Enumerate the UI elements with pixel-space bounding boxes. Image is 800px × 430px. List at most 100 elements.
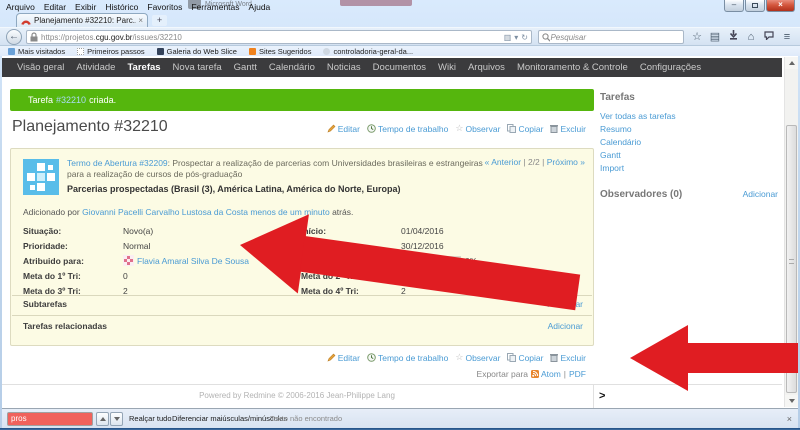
nav-documentos[interactable]: Documentos <box>373 62 426 73</box>
tab-bar: Planejamento #32210: Parc... × + <box>0 13 800 27</box>
scrollbar-thumb[interactable] <box>786 125 797 393</box>
author-link[interactable]: Giovanni Pacelli Carvalho Lustosa da Cos… <box>82 207 248 217</box>
back-button[interactable]: ← <box>6 29 22 45</box>
edit-link[interactable]: Editar <box>327 353 360 363</box>
window-controls: – × <box>723 0 795 12</box>
assignee-link[interactable]: Flavia Amaral Silva De Sousa <box>137 256 249 266</box>
edit-link[interactable]: Editar <box>327 124 360 134</box>
nav-wiki[interactable]: Wiki <box>438 62 456 73</box>
atom-link[interactable]: Atom <box>531 369 561 379</box>
bookmark-sites-sugeridos[interactable]: Sites Sugeridos <box>249 47 312 56</box>
menu-ajuda[interactable]: Ajuda <box>249 2 271 12</box>
scrollbar-up-button[interactable] <box>785 57 798 69</box>
scrollbar-down-button[interactable] <box>785 395 798 407</box>
find-previous-button[interactable] <box>96 412 109 426</box>
add-related-link[interactable]: Adicionar <box>548 321 583 331</box>
watch-link[interactable]: ☆Observar <box>455 123 500 134</box>
highlight-all-button[interactable]: Realçar tudo <box>129 414 172 423</box>
issue-subject: Parcerias prospectadas (Brasil (3), Amér… <box>67 184 497 194</box>
sidebar-title: Tarefas <box>600 92 778 103</box>
next-issue-link[interactable]: Próximo » <box>547 157 585 167</box>
sidebar-link-all-issues[interactable]: Ver todas as tarefas <box>600 110 778 123</box>
time-ago-link[interactable]: menos de um minuto <box>250 207 329 217</box>
maximize-icon <box>752 3 758 8</box>
menu-ferramentas[interactable]: Ferramentas <box>191 2 239 12</box>
nav-tarefas[interactable]: Tarefas <box>127 62 160 73</box>
downloads-icon[interactable] <box>724 29 742 46</box>
add-watcher-link[interactable]: Adicionar <box>743 189 778 199</box>
issue-header: Termo de Abertura #32209: Prospectar a r… <box>67 158 497 194</box>
page-scrollbar[interactable] <box>784 57 798 407</box>
new-tab-button[interactable]: + <box>152 15 167 26</box>
nav-nova-tarefa[interactable]: Nova tarefa <box>173 62 222 73</box>
sidebar-link-gantt[interactable]: Gantt <box>600 149 778 162</box>
nav-visao-geral[interactable]: Visão geral <box>17 62 64 73</box>
bookmark-mais-visitados[interactable]: Mais visitados <box>8 47 65 56</box>
reader-mode-icon[interactable]: ▥ <box>504 33 512 42</box>
copy-link[interactable]: Copiar <box>507 124 543 134</box>
search-bar[interactable] <box>538 30 684 44</box>
assignee-label: Atribuido para: <box>23 256 123 266</box>
delete-link[interactable]: Excluir <box>550 124 586 134</box>
tab-close-icon[interactable]: × <box>138 16 143 25</box>
reload-icon[interactable]: ↻ <box>521 33 528 42</box>
up-arrow-icon <box>100 417 106 421</box>
menu-editar[interactable]: Editar <box>44 2 66 12</box>
nav-noticias[interactable]: Noticias <box>327 62 361 73</box>
find-next-button[interactable] <box>110 412 123 426</box>
bookmarks-bar: Mais visitados Primeiros passos Galeria … <box>0 46 800 56</box>
trash-icon <box>550 353 558 362</box>
url-bar[interactable]: https://projetos.cgu.gov.br/issues/32210… <box>26 30 532 44</box>
browser-tab[interactable]: Planejamento #32210: Parc... × <box>16 13 148 27</box>
parent-issue-link[interactable]: Termo de Abertura #32209 <box>67 158 168 168</box>
watchers-title: Observadores (0) <box>600 189 682 200</box>
parent-issue-line: Termo de Abertura #32209: Prospectar a r… <box>67 158 497 180</box>
nav-atividade[interactable]: Atividade <box>76 62 115 73</box>
related-issues-section: Tarefas relacionadas Adicionar <box>23 321 583 331</box>
nav-monitoramento[interactable]: Monitoramento & Controle <box>517 62 628 73</box>
find-input[interactable] <box>7 412 93 426</box>
footer-text: Powered by Redmine © 2006-2016 Jean-Phil… <box>2 391 592 400</box>
log-time-link[interactable]: Tempo de trabalho <box>367 353 448 363</box>
status-value: Novo(a) <box>123 226 301 236</box>
bookmark-galeria-web-slice[interactable]: Galeria do Web Slice <box>157 47 237 56</box>
menu-favoritos[interactable]: Favoritos <box>147 2 182 12</box>
priority-value: Normal <box>123 241 301 251</box>
watch-link[interactable]: ☆Observar <box>455 352 500 363</box>
sidebar-link-calendar[interactable]: Calendário <box>600 136 778 149</box>
search-input[interactable] <box>550 33 680 42</box>
menu-arquivo[interactable]: Arquivo <box>6 2 35 12</box>
nav-gantt[interactable]: Gantt <box>234 62 257 73</box>
page-viewport: Visão geral Atividade Tarefas Nova taref… <box>2 56 798 408</box>
log-time-link[interactable]: Tempo de trabalho <box>367 124 448 134</box>
sidebar-link-summary[interactable]: Resumo <box>600 123 778 136</box>
nav-calendario[interactable]: Calendário <box>269 62 315 73</box>
menu-historico[interactable]: Histórico <box>105 2 138 12</box>
bookmark-star-icon[interactable]: ☆ <box>688 29 706 46</box>
nav-configuracoes[interactable]: Configurações <box>640 62 701 73</box>
minimize-button[interactable]: – <box>724 0 744 12</box>
q2-value: 2 <box>401 271 583 281</box>
delete-link[interactable]: Excluir <box>550 353 586 363</box>
progress-bar <box>401 256 461 265</box>
chat-icon[interactable] <box>760 29 778 46</box>
copy-link[interactable]: Copiar <box>507 353 543 363</box>
pdf-link[interactable]: PDF <box>569 369 586 379</box>
maximize-button[interactable] <box>745 0 765 12</box>
start-label: Início: <box>301 226 401 236</box>
menu-exibir[interactable]: Exibir <box>75 2 96 12</box>
bookmark-controladoria[interactable]: controladoria-geral-da... <box>323 47 413 56</box>
hamburger-menu-icon[interactable]: ≡ <box>778 29 796 46</box>
home-icon[interactable]: ⌂ <box>742 29 760 46</box>
flash-issue-link[interactable]: #32210 <box>56 95 86 105</box>
find-close-icon[interactable]: × <box>787 414 792 424</box>
sidebar-link-import[interactable]: Import <box>600 162 778 175</box>
url-dropdown-icon[interactable]: ▾ <box>514 33 518 42</box>
nav-arquivos[interactable]: Arquivos <box>468 62 505 73</box>
bookmark-primeiros-passos[interactable]: Primeiros passos <box>77 47 145 56</box>
add-subtask-link[interactable]: Adicionar <box>548 299 583 309</box>
sidebar-collapse-button[interactable]: > <box>599 390 617 402</box>
close-window-button[interactable]: × <box>766 0 795 12</box>
star-icon: ☆ <box>455 352 463 363</box>
bookmarks-panel-icon[interactable]: ▤ <box>706 29 724 46</box>
